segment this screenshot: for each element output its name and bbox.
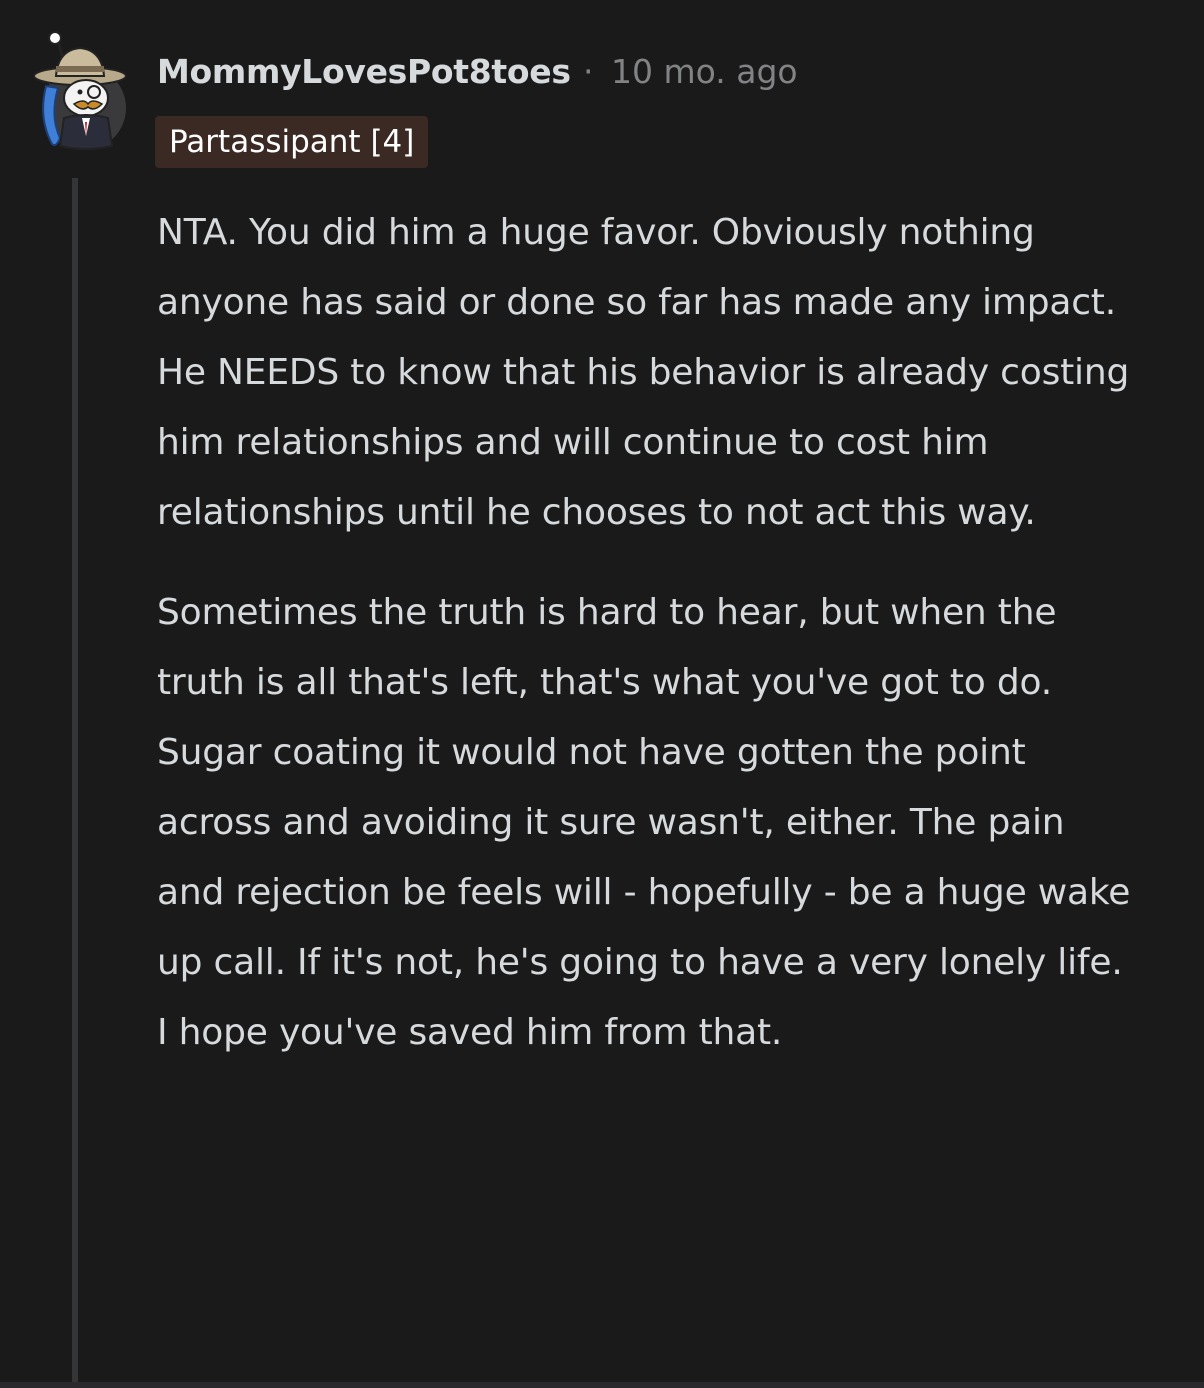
thread-collapse-line[interactable] bbox=[72, 178, 78, 1388]
user-flair-badge: Partassipant [4] bbox=[155, 116, 429, 168]
meta-separator: · bbox=[583, 52, 594, 91]
author-username[interactable]: MommyLovesPot8toes bbox=[157, 52, 571, 91]
user-avatar[interactable] bbox=[28, 28, 128, 152]
comment-timestamp[interactable]: 10 mo. ago bbox=[611, 52, 798, 91]
divider bbox=[0, 1382, 1204, 1388]
comment-paragraph: Sometimes the truth is hard to hear, but… bbox=[157, 592, 1131, 1053]
snoo-avatar-icon bbox=[33, 31, 127, 150]
comment: MommyLovesPot8toes · 10 mo. ago Partassi… bbox=[0, 0, 1204, 1388]
comment-body: NTA. You did him a huge favor. Obviously… bbox=[157, 198, 1142, 1098]
comment-paragraph: NTA. You did him a huge favor. Obviously… bbox=[157, 212, 1130, 533]
